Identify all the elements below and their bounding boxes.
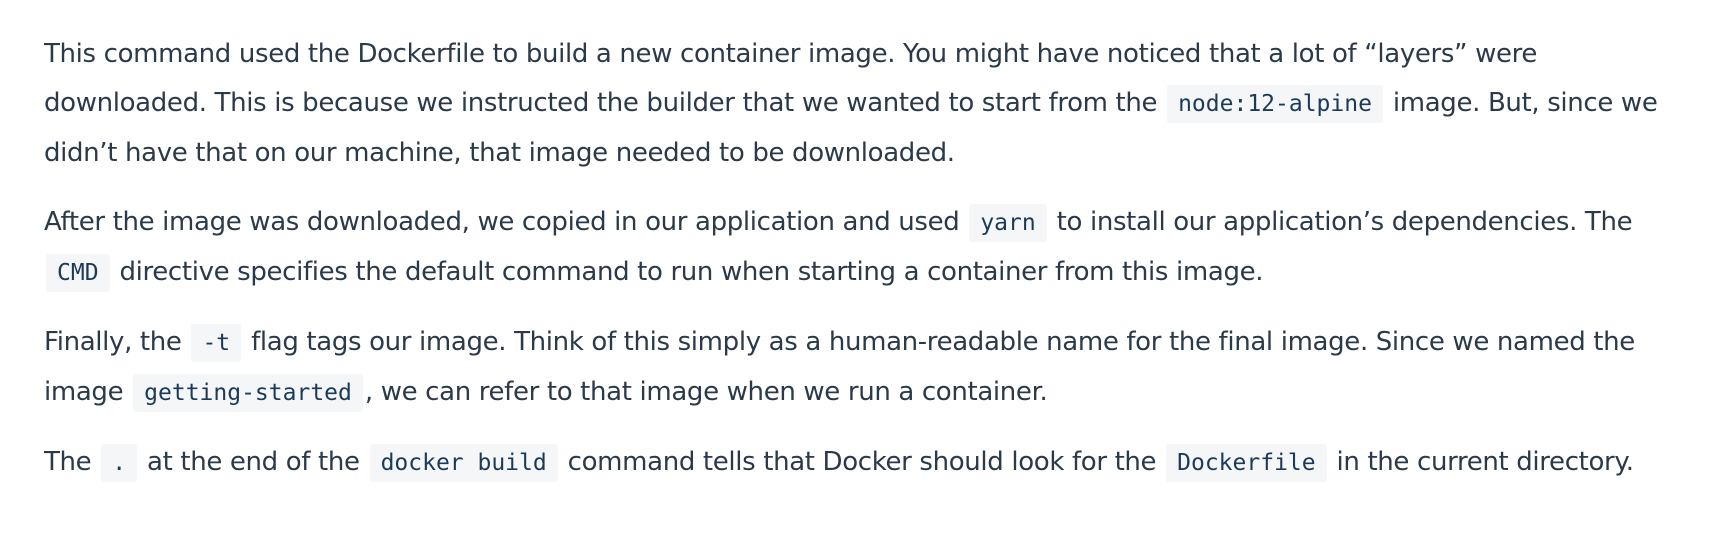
inline-code-cmd: CMD	[46, 254, 110, 292]
paragraph-text: The	[44, 447, 92, 477]
paragraph-1: This command used the Dockerfile to buil…	[44, 30, 1674, 178]
paragraph-text: After the image was downloaded, we copie…	[44, 207, 960, 237]
paragraph-3: Finally, the -t flag tags our image. Thi…	[44, 318, 1674, 418]
paragraph-text: Finally, the	[44, 327, 182, 357]
inline-code-node-image: node:12-alpine	[1167, 85, 1383, 123]
paragraph-text: command tells that Docker should look fo…	[567, 447, 1157, 477]
inline-code-dockerfile: Dockerfile	[1166, 444, 1327, 482]
paragraph-text: at the end of the	[147, 447, 360, 477]
paragraph-text: in the current directory.	[1336, 447, 1634, 477]
paragraph-text: to install our application’s dependencie…	[1056, 207, 1633, 237]
paragraph-4: The . at the end of the docker build com…	[44, 438, 1674, 488]
paragraph-text: , we can refer to that image when we run…	[364, 377, 1048, 407]
inline-code-docker-build: docker build	[369, 444, 558, 482]
article-body: This command used the Dockerfile to buil…	[0, 0, 1718, 488]
inline-code-image-name: getting-started	[133, 374, 363, 412]
inline-code-tag-flag: -t	[191, 324, 242, 362]
inline-code-yarn: yarn	[969, 204, 1047, 242]
paragraph-text: directive specifies the default command …	[119, 257, 1264, 287]
inline-code-dot: .	[101, 444, 138, 482]
paragraph-2: After the image was downloaded, we copie…	[44, 198, 1674, 298]
